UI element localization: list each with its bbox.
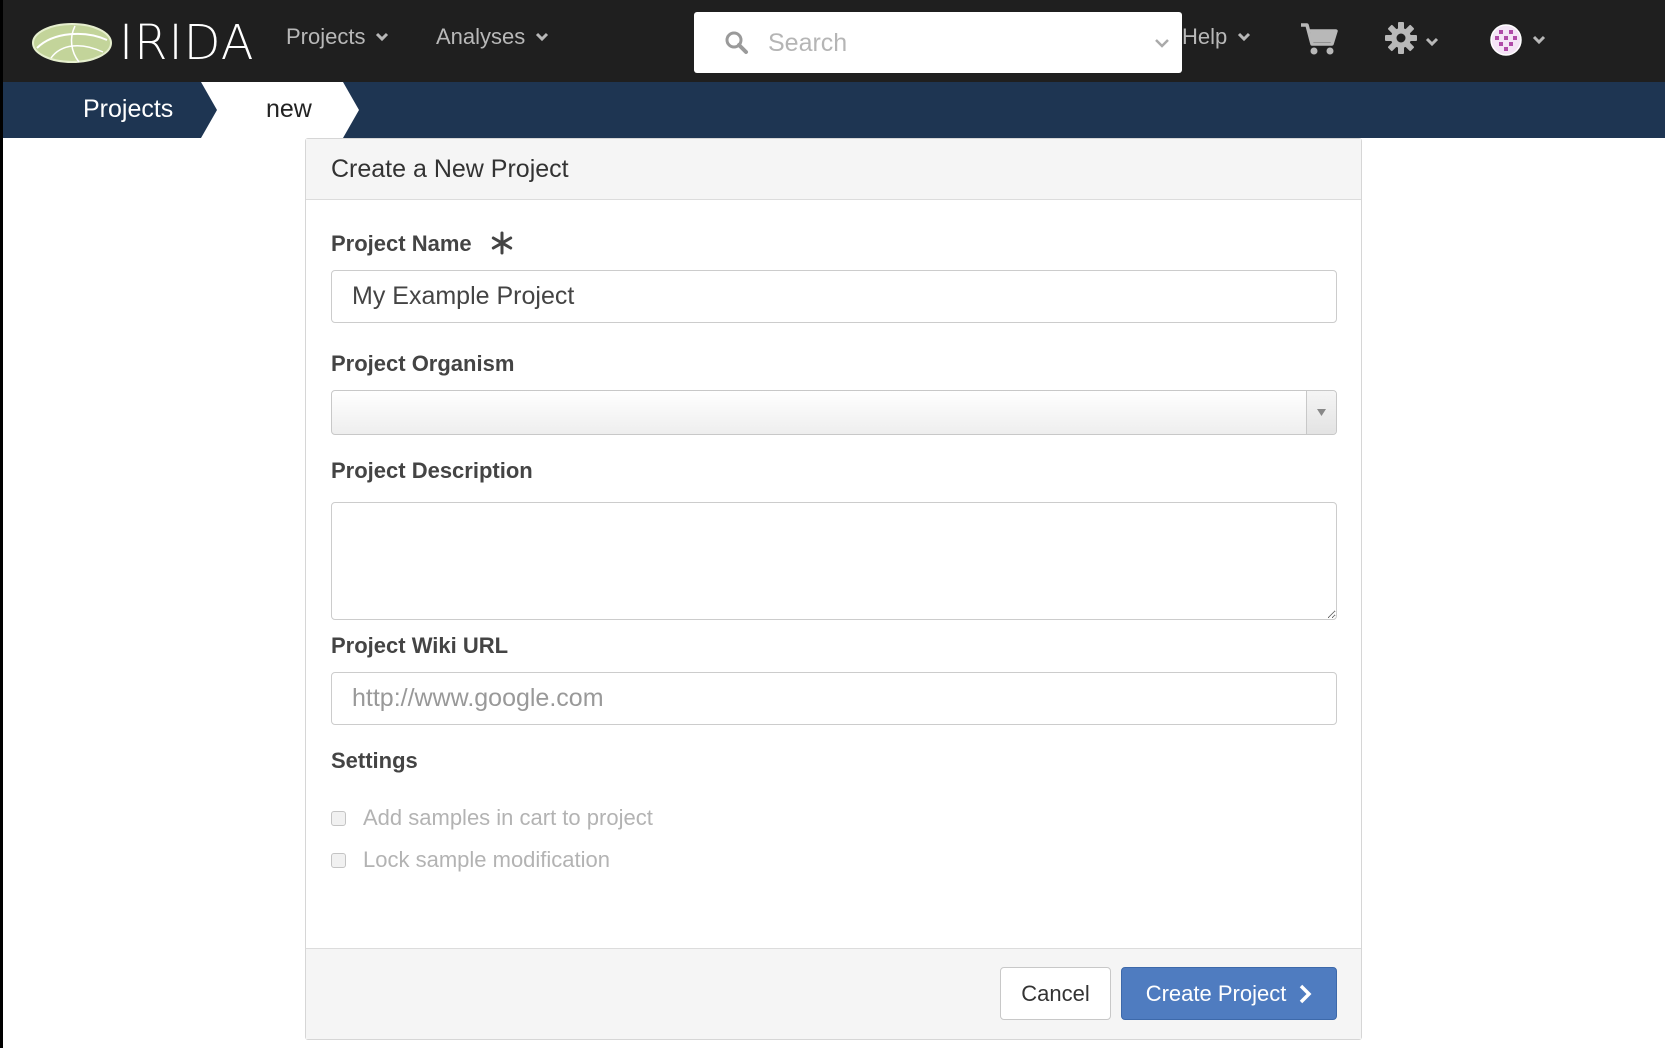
settings-menu[interactable] [1385, 22, 1439, 54]
create-project-button-label: Create Project [1145, 980, 1287, 1006]
breadcrumb-projects-link[interactable]: Projects [83, 95, 173, 124]
cart-icon[interactable] [1300, 22, 1338, 56]
chevron-down-icon [1532, 35, 1546, 45]
nav-projects-menu[interactable]: Projects [286, 24, 389, 50]
chevron-down-icon [536, 32, 549, 42]
panel-title: Create a New Project [306, 139, 1361, 200]
caret-down-icon [1317, 409, 1326, 416]
breadcrumb-current: new [266, 95, 312, 123]
search-input[interactable] [766, 22, 1130, 64]
cancel-button-label: Cancel [1021, 980, 1090, 1006]
chevron-down-icon[interactable] [1154, 38, 1170, 49]
page-left-border [0, 138, 3, 1048]
global-search[interactable] [694, 12, 1182, 73]
project-name-input[interactable] [331, 270, 1337, 323]
create-project-button[interactable]: Create Project [1121, 967, 1337, 1020]
lock-samples-label: Lock sample modification [363, 847, 611, 872]
nav-analyses-label: Analyses [436, 24, 526, 49]
irida-logo-icon [32, 23, 112, 63]
setting-add-cart-samples[interactable]: Add samples in cart to project [331, 805, 653, 831]
top-navbar: IRIDA Projects Analyses Help [0, 0, 1665, 82]
project-organism-label: Project Organism [331, 351, 515, 376]
chevron-right-icon [1300, 984, 1312, 1003]
project-wiki-input[interactable] [331, 672, 1337, 725]
nav-help-label: Help [1182, 24, 1228, 49]
panel-footer: Cancel Create Project [306, 948, 1361, 1039]
nav-help-menu[interactable]: Help [1182, 24, 1251, 50]
asterisk-icon [491, 231, 513, 255]
app-name: IRIDA [119, 15, 255, 71]
project-name-label: Project Name [331, 231, 472, 256]
user-avatar-icon [1490, 24, 1522, 56]
search-icon [725, 31, 748, 54]
project-wiki-label: Project Wiki URL [331, 633, 509, 658]
nav-projects-label: Projects [286, 24, 366, 49]
select-arrow[interactable] [1306, 391, 1336, 434]
project-description-label: Project Description [331, 458, 533, 483]
brand-logo-link[interactable]: IRIDA [31, 15, 255, 71]
add-cart-samples-checkbox[interactable] [331, 810, 346, 826]
setting-lock-samples[interactable]: Lock sample modification [331, 847, 610, 873]
project-organism-select[interactable] [331, 390, 1337, 435]
lock-samples-checkbox[interactable] [331, 852, 346, 868]
settings-label: Settings [331, 748, 418, 773]
user-menu[interactable] [1490, 24, 1546, 56]
gear-icon [1385, 22, 1417, 54]
cancel-button[interactable]: Cancel [1000, 967, 1111, 1020]
chevron-down-icon [1425, 37, 1439, 47]
chevron-down-icon [376, 32, 389, 42]
create-project-panel: Create a New Project Project Name Projec… [305, 138, 1362, 1040]
nav-analyses-menu[interactable]: Analyses [436, 24, 549, 50]
add-cart-samples-label: Add samples in cart to project [363, 805, 653, 830]
breadcrumb: Projects new [0, 82, 1665, 138]
project-description-textarea[interactable] [331, 502, 1337, 620]
chevron-down-icon [1238, 32, 1251, 42]
